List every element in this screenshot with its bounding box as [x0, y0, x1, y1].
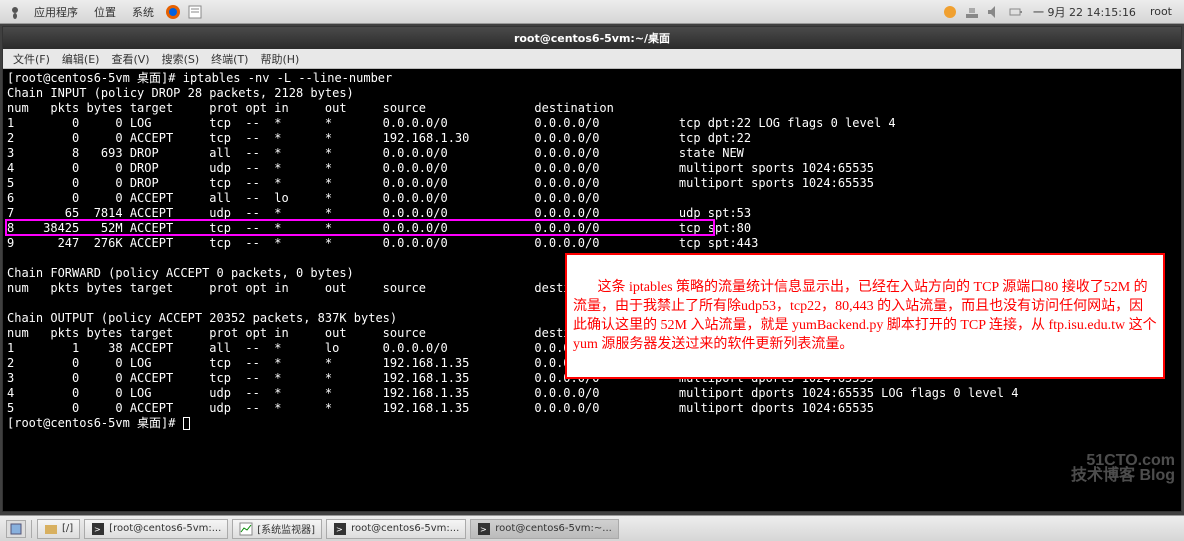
input-row-2: 2 0 0 ACCEPT tcp -- * * 192.168.1.30 0.0…: [7, 131, 751, 145]
window-title-bar[interactable]: root@centos6-5vm:~/桌面: [3, 27, 1181, 49]
command-text: iptables -nv -L --line-number: [183, 71, 393, 85]
user-menu[interactable]: root: [1142, 5, 1180, 18]
folder-icon: [44, 522, 58, 536]
cursor-icon: [183, 417, 190, 430]
table-header-3: num pkts bytes target prot opt in out so…: [7, 326, 614, 340]
terminal-icon: >: [333, 522, 347, 536]
task-label-4: root@centos6-5vm:...: [351, 523, 459, 534]
output-row-5: 5 0 0 ACCEPT udp -- * * 192.168.1.35 0.0…: [7, 401, 874, 415]
menu-edit[interactable]: 编辑(E): [56, 51, 106, 67]
volume-icon[interactable]: [985, 3, 1003, 21]
terminal-icon: >: [91, 522, 105, 536]
chain-output-header: Chain OUTPUT (policy ACCEPT 20352 packet…: [7, 311, 397, 325]
table-header-2: num pkts bytes target prot opt in out so…: [7, 281, 614, 295]
gnome-foot-icon[interactable]: [6, 3, 24, 21]
monitor-icon: [239, 522, 253, 536]
input-row-4: 4 0 0 DROP udp -- * * 0.0.0.0/0 0.0.0.0/…: [7, 161, 874, 175]
task-label-2: [root@centos6-5vm:...: [109, 523, 221, 534]
terminal-menu-bar: 文件(F) 编辑(E) 查看(V) 搜索(S) 终端(T) 帮助(H): [3, 49, 1181, 69]
prompt: [root@centos6-5vm 桌面]#: [7, 71, 176, 85]
chain-input-header: Chain INPUT (policy DROP 28 packets, 212…: [7, 86, 354, 100]
input-row-6: 6 0 0 ACCEPT all -- lo * 0.0.0.0/0 0.0.0…: [7, 191, 599, 205]
svg-text:>: >: [336, 525, 343, 534]
firefox-icon[interactable]: [164, 3, 182, 21]
input-row-9: 9 247 276K ACCEPT tcp -- * * 0.0.0.0/0 0…: [7, 236, 758, 250]
prompt-2: [root@centos6-5vm 桌面]#: [7, 416, 176, 430]
task-label-1: [/]: [62, 523, 73, 534]
terminal-window: root@centos6-5vm:~/桌面 文件(F) 编辑(E) 查看(V) …: [2, 26, 1182, 512]
text-editor-icon[interactable]: [186, 3, 204, 21]
gnome-top-panel: 应用程序 位置 系统 一 9月 22 14:15:16 root: [0, 0, 1184, 24]
watermark: 51CTO.com 技术博客 Blog: [1071, 453, 1175, 483]
terminal-icon: >: [477, 522, 491, 536]
input-row-8: 8 38425 52M ACCEPT tcp -- * * 0.0.0.0/0 …: [7, 221, 751, 235]
task-label-3: [系统监视器]: [257, 521, 315, 536]
gnome-bottom-panel: [/] > [root@centos6-5vm:... [系统监视器] > ro…: [0, 515, 1184, 541]
input-row-7: 7 65 7814 ACCEPT udp -- * * 0.0.0.0/0 0.…: [7, 206, 751, 220]
task-label-5: root@centos6-5vm:~...: [495, 523, 612, 534]
separator: [31, 520, 32, 538]
system-menu[interactable]: 系统: [124, 4, 162, 20]
task-terminal-1[interactable]: > [root@centos6-5vm:...: [84, 519, 228, 539]
input-row-3: 3 8 693 DROP all -- * * 0.0.0.0/0 0.0.0.…: [7, 146, 744, 160]
network-icon[interactable]: [963, 3, 981, 21]
terminal-body[interactable]: [root@centos6-5vm 桌面]# iptables -nv -L -…: [3, 69, 1181, 511]
output-row-1: 1 1 38 ACCEPT all -- * lo 0.0.0.0/0 0.0.…: [7, 341, 599, 355]
task-terminal-2[interactable]: > root@centos6-5vm:...: [326, 519, 466, 539]
input-row-5: 5 0 0 DROP tcp -- * * 0.0.0.0/0 0.0.0.0/…: [7, 176, 874, 190]
menu-help[interactable]: 帮助(H): [254, 51, 305, 67]
menu-file[interactable]: 文件(F): [7, 51, 56, 67]
places-menu[interactable]: 位置: [86, 4, 124, 20]
menu-view[interactable]: 查看(V): [105, 51, 155, 67]
annotation-box: 这条 iptables 策略的流量统计信息显示出，已经在入站方向的 TCP 源端…: [565, 253, 1165, 379]
svg-text:>: >: [94, 525, 101, 534]
task-filemanager[interactable]: [/]: [37, 519, 80, 539]
show-desktop-button[interactable]: [6, 520, 26, 538]
battery-icon[interactable]: [1007, 3, 1025, 21]
task-terminal-3[interactable]: > root@centos6-5vm:~...: [470, 519, 619, 539]
output-row-4: 4 0 0 LOG udp -- * * 192.168.1.35 0.0.0.…: [7, 386, 1018, 400]
update-icon[interactable]: [941, 3, 959, 21]
menu-search[interactable]: 搜索(S): [156, 51, 206, 67]
applications-menu[interactable]: 应用程序: [26, 4, 86, 20]
annotation-text: 这条 iptables 策略的流量统计信息显示出，已经在入站方向的 TCP 源端…: [573, 280, 1157, 352]
table-header: num pkts bytes target prot opt in out so…: [7, 101, 614, 115]
task-system-monitor[interactable]: [系统监视器]: [232, 519, 322, 539]
window-title: root@centos6-5vm:~/桌面: [514, 30, 670, 46]
chain-forward-header: Chain FORWARD (policy ACCEPT 0 packets, …: [7, 266, 354, 280]
clock[interactable]: 一 9月 22 14:15:16: [1027, 4, 1142, 20]
svg-text:>: >: [480, 525, 487, 534]
menu-terminal[interactable]: 终端(T): [205, 51, 254, 67]
input-row-1: 1 0 0 LOG tcp -- * * 0.0.0.0/0 0.0.0.0/0…: [7, 116, 896, 130]
